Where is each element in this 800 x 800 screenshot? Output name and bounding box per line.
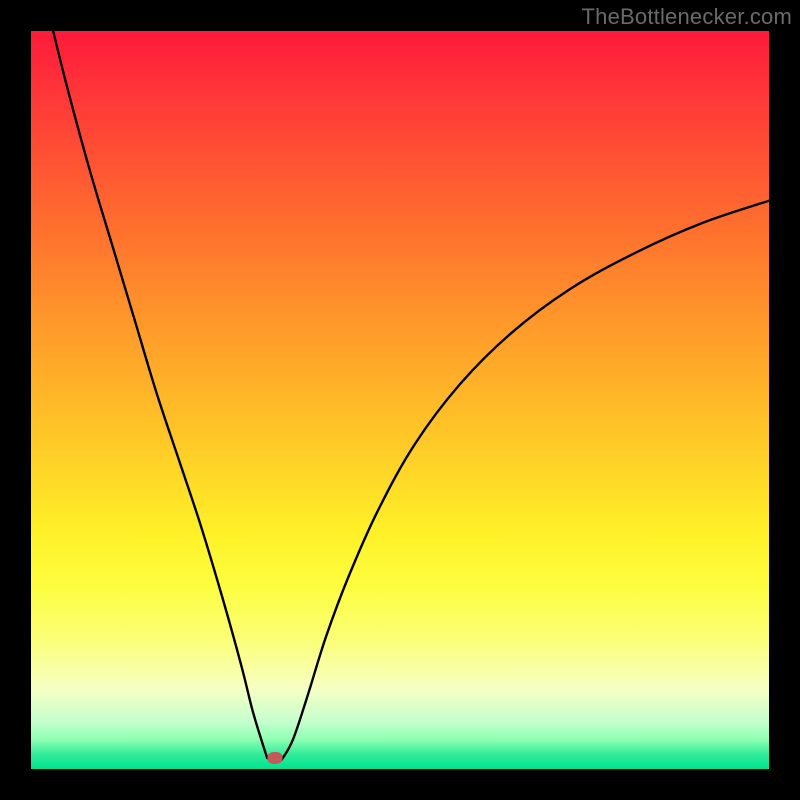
bottleneck-curve: [31, 31, 769, 769]
curve-left-branch: [53, 31, 267, 758]
watermark-text: TheBottlenecker.com: [582, 4, 792, 30]
chart-frame: TheBottlenecker.com: [0, 0, 800, 800]
minimum-marker: [267, 752, 282, 764]
curve-right-branch: [282, 201, 769, 760]
plot-area: [31, 31, 769, 769]
